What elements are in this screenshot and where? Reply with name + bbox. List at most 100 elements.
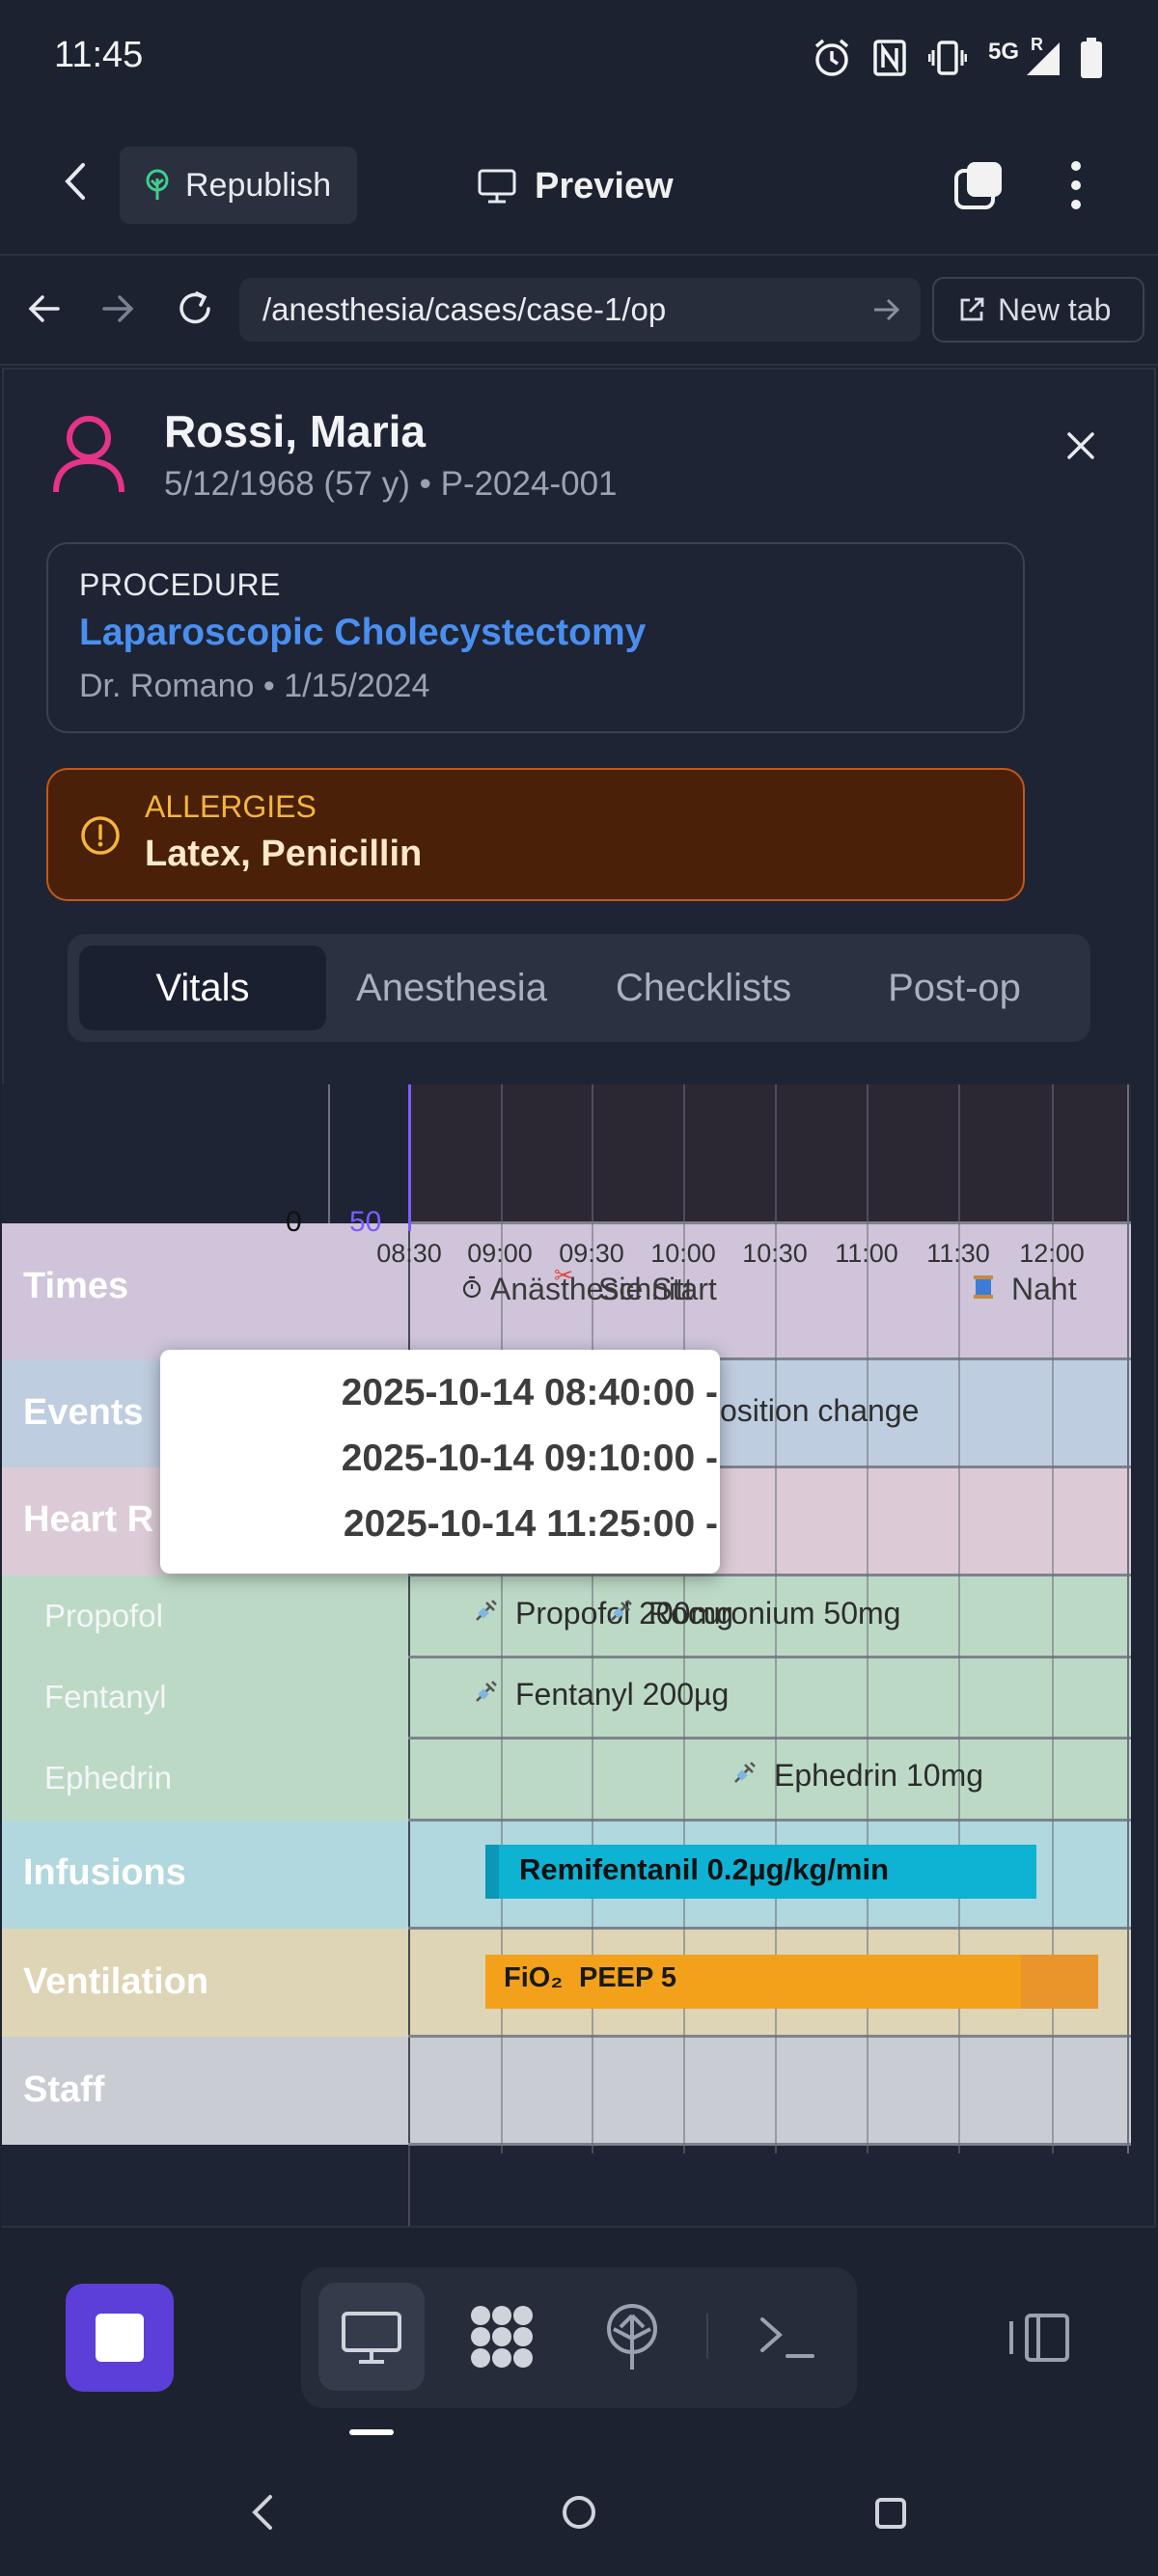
infusion-bar-start — [485, 1845, 499, 1899]
terminal-icon[interactable] — [758, 2314, 814, 2362]
timeline-footer-left — [2, 2145, 408, 2226]
nfc-icon — [873, 40, 906, 76]
monitor-icon — [342, 2312, 401, 2364]
ventilation-bar-end — [1021, 1955, 1098, 2009]
lane-label-ephedrin: Ephedrin — [44, 1760, 173, 1795]
republish-button[interactable]: Republish — [120, 147, 357, 224]
alarm-icon — [814, 39, 849, 76]
grid-line — [1127, 1084, 1129, 2153]
allergy-value: Latex, Penicillin — [145, 834, 423, 874]
status-time: 11:45 — [54, 35, 144, 75]
syringe-icon — [611, 1600, 632, 1621]
vibrate-icon — [928, 41, 967, 75]
alert-circle-icon — [81, 816, 120, 855]
stop-icon — [96, 2314, 144, 2362]
time-tick: 11:00 — [835, 1239, 898, 1268]
split-view-icon[interactable] — [1006, 2310, 1073, 2366]
syringe-icon — [476, 1600, 497, 1621]
lane-line — [408, 1737, 1131, 1740]
patient-avatar-icon — [53, 416, 124, 493]
lane-label-propofol: Propofol — [44, 1598, 163, 1633]
tab-checklists[interactable]: Checklists — [579, 945, 828, 1030]
event-position-change[interactable]: osition change — [720, 1393, 919, 1429]
lane-staff — [2, 2037, 1131, 2145]
tab-vitals[interactable]: Vitals — [79, 945, 326, 1030]
allergy-label: ALLERGIES — [145, 789, 317, 824]
tooltip-line: 2025-10-14 11:25:00 - — [343, 1503, 718, 1545]
tab-anesthesia[interactable]: Anesthesia — [328, 945, 575, 1030]
procedure-label: PROCEDURE — [79, 567, 281, 602]
new-tab-button[interactable]: New tab — [932, 277, 1144, 343]
time-tick: 11:30 — [926, 1239, 990, 1268]
grid-line — [328, 1084, 330, 1223]
lane-label-staff: Staff — [23, 2069, 105, 2110]
lane-line — [408, 1656, 1131, 1658]
monitor-icon — [478, 169, 516, 204]
tooltip-line: 2025-10-14 08:40:00 - — [341, 1372, 718, 1413]
network-type: 5G — [988, 39, 1020, 65]
lane-line — [408, 2143, 1131, 2146]
drug-ephedrin[interactable]: Ephedrin 10mg — [774, 1758, 983, 1794]
infusion-label: Remifentanil 0.2µg/kg/min — [519, 1852, 890, 1886]
signal-icon — [1027, 42, 1060, 75]
dock-separator — [706, 2314, 708, 2358]
stopwatch-icon — [462, 1275, 482, 1299]
republish-label: Republish — [185, 166, 332, 204]
publish-tree-icon[interactable] — [600, 2302, 664, 2371]
syringe-icon — [734, 1762, 756, 1783]
lane-label-times: Times — [23, 1266, 129, 1306]
event-naht[interactable]: Naht — [1011, 1272, 1077, 1307]
drug-fentanyl[interactable]: Fentanyl 200µg — [515, 1677, 729, 1713]
nav-home-icon[interactable] — [560, 2493, 598, 2532]
procedure-meta: Dr. Romano • 1/15/2024 — [79, 668, 430, 704]
url-text: /anesthesia/cases/case-1/op — [262, 291, 667, 327]
preview-label: Preview — [535, 165, 674, 206]
procedure-name: Laparoscopic Cholecystectomy — [79, 612, 647, 653]
external-link-icon — [960, 297, 984, 321]
grid-apps-icon[interactable] — [467, 2302, 537, 2371]
time-tick: 12:00 — [1019, 1239, 1085, 1268]
browser-forward-icon[interactable] — [100, 291, 135, 326]
event-schnitt[interactable]: Schnitt — [598, 1272, 693, 1307]
back-chevron-icon[interactable] — [54, 159, 98, 204]
ventilation-fio2-label: FiO₂ — [504, 1962, 564, 1993]
time-tick: 10:00 — [650, 1239, 716, 1268]
nav-back-icon[interactable] — [245, 2491, 280, 2534]
tabs-icon[interactable] — [953, 160, 1004, 210]
new-tab-label: New tab — [998, 291, 1112, 327]
url-input[interactable]: /anesthesia/cases/case-1/op — [239, 278, 921, 342]
active-indicator — [349, 2429, 394, 2435]
tooltip-line: 2025-10-14 09:10:00 - — [341, 1438, 718, 1479]
lane-label-ventilation: Ventilation — [23, 1961, 209, 2002]
tree-icon — [146, 169, 169, 200]
time-tick: 10:30 — [742, 1239, 808, 1268]
lane-label-infusions: Infusions — [23, 1852, 186, 1893]
battery-icon — [1081, 38, 1102, 78]
syringe-icon — [476, 1681, 497, 1702]
preview-button[interactable]: Preview — [477, 154, 674, 218]
lane-line — [408, 1574, 1131, 1576]
current-time-marker — [408, 1084, 411, 1231]
time-tick: 08:30 — [376, 1239, 442, 1268]
scissor-icon: ✂ — [554, 1263, 574, 1289]
more-vertical-icon[interactable] — [1062, 158, 1090, 212]
browser-back-icon[interactable] — [27, 291, 62, 326]
time-tick: 09:00 — [467, 1239, 533, 1268]
ventilation-bar[interactable] — [485, 1955, 1098, 2009]
patient-meta: 5/12/1968 (57 y) • P-2024-001 — [164, 465, 618, 503]
go-arrow-icon[interactable] — [870, 293, 903, 326]
tab-post-op[interactable]: Post-op — [830, 945, 1079, 1030]
ventilation-peep-label: PEEP 5 — [579, 1962, 677, 1993]
lane-line — [408, 1819, 1131, 1822]
drug-rocuronium[interactable]: Rocuronium 50mg — [648, 1596, 900, 1631]
reload-icon[interactable] — [174, 288, 216, 330]
nav-recents-icon[interactable] — [872, 2495, 909, 2532]
lane-label-heart-rate: Heart R — [23, 1499, 154, 1540]
patient-name: Rossi, Maria — [164, 406, 426, 456]
vitals-chart-area — [408, 1084, 1131, 1223]
thread-spool-icon — [974, 1275, 993, 1299]
lane-label-events: Events — [23, 1392, 144, 1433]
close-icon[interactable] — [1062, 426, 1100, 465]
lane-line — [408, 1221, 1131, 1224]
y-axis-right-value: 50 — [349, 1206, 382, 1238]
